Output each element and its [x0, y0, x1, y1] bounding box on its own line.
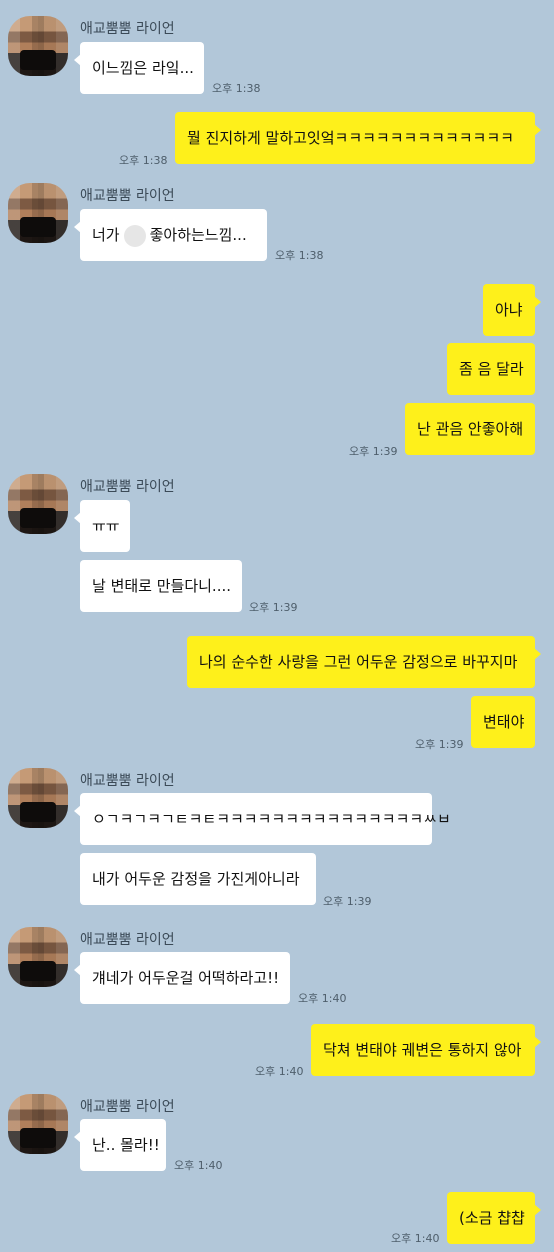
message-text: 난.. 몰라!! [92, 1136, 160, 1154]
message-text: 닥쳐 변태야 궤변은 통하지 않아 [323, 1041, 522, 1059]
message-time: 오후 1:38 [275, 249, 324, 262]
incoming-message[interactable]: 난.. 몰라!! [74, 1119, 166, 1171]
avatar[interactable] [8, 768, 68, 828]
message-text: 뭘 진지하게 말하고잇엌ㅋㅋㅋㅋㅋㅋㅋㅋㅋㅋㅋㅋㅋ [187, 129, 514, 147]
incoming-message[interactable]: 날 변태로 만들다니.... [80, 560, 242, 612]
avatar[interactable] [8, 16, 68, 76]
message-text: (소금 챱챱 [459, 1209, 525, 1227]
outgoing-message[interactable]: (소금 챱챱 [447, 1192, 541, 1244]
avatar[interactable] [8, 474, 68, 534]
incoming-message[interactable]: ㅠㅠ [74, 500, 130, 552]
outgoing-message[interactable]: 뭘 진지하게 말하고잇엌ㅋㅋㅋㅋㅋㅋㅋㅋㅋㅋㅋㅋㅋ [175, 112, 541, 164]
message-time: 오후 1:39 [349, 445, 398, 458]
incoming-message[interactable]: 걔네가 어두운걸 어떡하라고!! [74, 952, 290, 1004]
incoming-message[interactable]: ㅇㄱㅋㄱㅋㄱㅌㅋㅌㅋㅋㅋㅋㅋㅋㅋㅋㅋㅋㅋㅋㅋㅋㅋㅆㅂ [74, 793, 451, 845]
sender-name: 애교뿜뿜 라이언 [80, 932, 175, 948]
outgoing-message[interactable]: 닥쳐 변태야 궤변은 통하지 않아 [311, 1024, 541, 1076]
outgoing-message[interactable]: 나의 순수한 사랑을 그런 어두운 감정으로 바꾸지마 [187, 636, 541, 688]
avatar[interactable] [8, 927, 68, 987]
message-time: 오후 1:38 [119, 154, 168, 167]
message-text: 내가 어두운 감정을 가진게아니라 [92, 870, 300, 888]
outgoing-message[interactable]: 아냐 [483, 284, 541, 336]
message-text: 나의 순수한 사랑을 그런 어두운 감정으로 바꾸지마 [199, 653, 518, 671]
sender-name: 애교뿜뿜 라이언 [80, 1099, 175, 1115]
avatar[interactable] [8, 1094, 68, 1154]
message-time: 오후 1:39 [249, 601, 298, 614]
message-text: 난 관음 안좋아해 [417, 420, 524, 438]
message-text: 걔네가 어두운걸 어떡하라고!! [92, 969, 280, 987]
outgoing-message[interactable]: 좀 음 달라 [447, 343, 535, 395]
avatar[interactable] [8, 183, 68, 243]
message-text: 너가 [92, 226, 120, 244]
message-text: 좀 음 달라 [459, 360, 524, 378]
message-time: 오후 1:39 [323, 895, 372, 908]
sender-name: 애교뿜뿜 라이언 [80, 773, 175, 789]
outgoing-message[interactable]: 난 관음 안좋아해 [405, 403, 535, 455]
message-time: 오후 1:38 [212, 82, 261, 95]
incoming-message[interactable]: 너가 좋아하는느낌... [74, 209, 267, 261]
message-time: 오후 1:39 [415, 738, 464, 751]
message-text: 이느낌은 라잌... [92, 59, 194, 77]
message-time: 오후 1:40 [174, 1159, 223, 1172]
message-time: 오후 1:40 [255, 1065, 304, 1078]
message-text: ㅇㄱㅋㄱㅋㄱㅌㅋㅌㅋㅋㅋㅋㅋㅋㅋㅋㅋㅋㅋㅋㅋㅋㅋㅆㅂ [92, 810, 451, 828]
message-time: 오후 1:40 [391, 1232, 440, 1245]
sender-name: 애교뿜뿜 라이언 [80, 21, 175, 37]
message-text: 날 변태로 만들다니.... [92, 577, 232, 595]
message-text: 변태야 [483, 713, 525, 731]
message-text: ㅠㅠ [92, 517, 120, 535]
message-text: 아냐 [495, 301, 523, 319]
blurred-name [123, 224, 146, 247]
incoming-message[interactable]: 내가 어두운 감정을 가진게아니라 [80, 853, 316, 905]
sender-name: 애교뿜뿜 라이언 [80, 479, 175, 495]
incoming-message[interactable]: 이느낌은 라잌... [74, 42, 204, 94]
message-text: 좋아하는느낌... [149, 226, 247, 244]
message-time: 오후 1:40 [298, 992, 347, 1005]
outgoing-message[interactable]: 변태야 [471, 696, 535, 748]
sender-name: 애교뿜뿜 라이언 [80, 188, 175, 204]
